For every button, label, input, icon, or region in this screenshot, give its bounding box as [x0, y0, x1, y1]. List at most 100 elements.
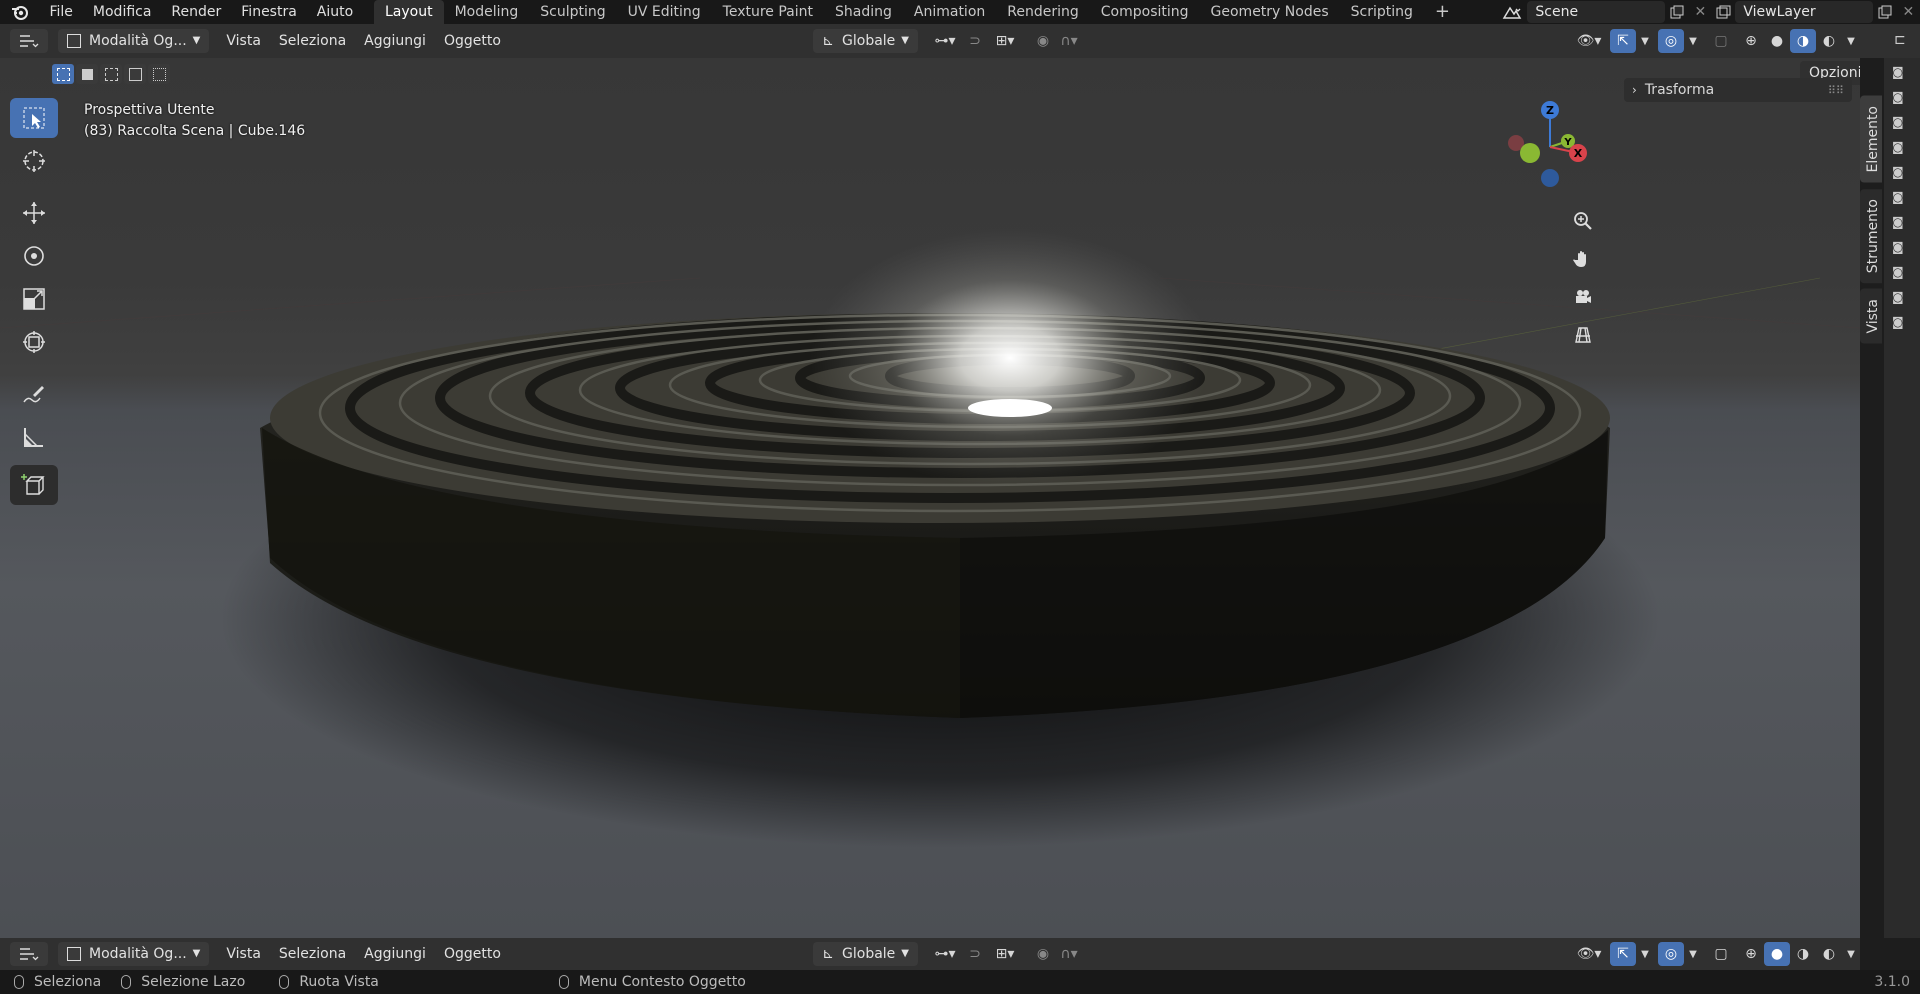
view-layer-selector-icon[interactable]: [1712, 0, 1735, 24]
add-workspace-button[interactable]: +: [1424, 0, 1461, 24]
tab-sculpting[interactable]: Sculpting: [529, 0, 616, 24]
tab-view[interactable]: Vista: [1860, 288, 1882, 344]
menu-view[interactable]: Vista: [217, 942, 270, 966]
tab-item[interactable]: Elemento: [1860, 96, 1882, 183]
rotate-tool-icon[interactable]: [10, 236, 58, 276]
delete-scene-icon[interactable]: ✕: [1689, 0, 1712, 24]
pan-hand-icon[interactable]: [1568, 244, 1598, 274]
falloff-icon[interactable]: ∩▾: [1056, 942, 1082, 966]
shading-wireframe-icon[interactable]: ⊕: [1738, 29, 1764, 53]
transform-orientation-dropdown[interactable]: ⊾ Globale ▼: [813, 29, 918, 53]
menu-object[interactable]: Oggetto: [435, 29, 510, 53]
tab-layout[interactable]: Layout: [373, 0, 444, 24]
select-subtract-icon[interactable]: [100, 64, 122, 84]
tab-modeling[interactable]: Modeling: [444, 0, 530, 24]
gizmo-toggle-icon[interactable]: ⇱: [1610, 942, 1636, 966]
object-mode-dropdown[interactable]: Modalità Og... ▼: [58, 29, 210, 53]
shading-solid-icon[interactable]: ●: [1764, 942, 1790, 966]
gizmo-options-icon[interactable]: ▼: [1636, 942, 1654, 966]
tab-uv-editing[interactable]: UV Editing: [617, 0, 712, 24]
shading-wireframe-icon[interactable]: ⊕: [1738, 942, 1764, 966]
tab-geometry-nodes[interactable]: Geometry Nodes: [1200, 0, 1340, 24]
perspective-toggle-icon[interactable]: [1568, 320, 1598, 350]
snap-target-icon[interactable]: ⊞▾: [988, 942, 1022, 966]
outliner-filter-icon[interactable]: ⊏: [1894, 32, 1906, 48]
visibility-toggle-icon[interactable]: 👁▾: [1572, 29, 1606, 53]
menu-add[interactable]: Aggiungi: [355, 942, 435, 966]
overlays-options-icon[interactable]: ▼: [1684, 942, 1702, 966]
menu-view[interactable]: Vista: [217, 29, 270, 53]
object-mode-dropdown[interactable]: Modalità Og... ▼: [58, 942, 210, 966]
add-cube-tool-icon[interactable]: [10, 465, 58, 505]
tab-compositing[interactable]: Compositing: [1090, 0, 1200, 24]
gizmo-toggle-icon[interactable]: ⇱: [1610, 29, 1636, 53]
select-extend-icon[interactable]: [76, 64, 98, 84]
drag-handle-icon[interactable]: ⠿⠿: [1828, 84, 1844, 97]
select-tool-icon[interactable]: [10, 98, 58, 138]
overlays-options-icon[interactable]: ▼: [1684, 29, 1702, 53]
new-view-layer-icon[interactable]: [1873, 0, 1896, 24]
camera-render-icon[interactable]: ◙ ◙ ◙ ◙ ◙ ◙ ◙ ◙ ◙ ◙ ◙: [1884, 58, 1920, 337]
proportional-editing-icon[interactable]: ◉: [1030, 29, 1056, 53]
pivot-point-icon[interactable]: ⊶▾: [928, 29, 962, 53]
menu-file[interactable]: File: [39, 0, 82, 24]
new-scene-icon[interactable]: [1665, 0, 1688, 24]
snap-target-icon[interactable]: ⊞▾: [988, 29, 1022, 53]
blender-logo-icon[interactable]: [0, 3, 39, 21]
3d-viewport[interactable]: Prospettiva Utente (83) Raccolta Scena |…: [0, 58, 1860, 938]
visibility-toggle-icon[interactable]: 👁▾: [1572, 942, 1606, 966]
menu-select[interactable]: Seleziona: [270, 29, 355, 53]
view-layer-field[interactable]: ViewLayer: [1735, 1, 1874, 23]
cursor-tool-icon[interactable]: [10, 141, 58, 181]
navigation-gizmo[interactable]: Z Y X: [1490, 96, 1600, 196]
menu-add[interactable]: Aggiungi: [355, 29, 435, 53]
shading-options-icon[interactable]: ▼: [1842, 29, 1860, 53]
select-invert-icon[interactable]: [124, 64, 146, 84]
tab-animation[interactable]: Animation: [903, 0, 996, 24]
transform-tool-icon[interactable]: [10, 322, 58, 362]
select-new-icon[interactable]: [52, 64, 74, 84]
menu-window[interactable]: Finestra: [231, 0, 307, 24]
orientation-axis-icon: ⊾: [822, 946, 835, 962]
annotate-tool-icon[interactable]: [10, 374, 58, 414]
camera-view-icon[interactable]: [1568, 282, 1598, 312]
proportional-editing-icon[interactable]: ◉: [1030, 942, 1056, 966]
zoom-icon[interactable]: [1568, 206, 1598, 236]
menu-edit[interactable]: Modifica: [83, 0, 162, 24]
shading-material-icon[interactable]: ◑: [1790, 942, 1816, 966]
pivot-point-icon[interactable]: ⊶▾: [928, 942, 962, 966]
shading-rendered-icon[interactable]: ◐: [1816, 942, 1842, 966]
overlays-toggle-icon[interactable]: ◎: [1658, 942, 1684, 966]
menu-select[interactable]: Seleziona: [270, 942, 355, 966]
snap-toggle-icon[interactable]: ⊃: [962, 29, 988, 53]
measure-tool-icon[interactable]: [10, 417, 58, 457]
select-intersect-icon[interactable]: [148, 64, 170, 84]
xray-toggle-icon[interactable]: ▢: [1708, 942, 1734, 966]
shading-solid-icon[interactable]: ●: [1764, 29, 1790, 53]
editor-type-icon[interactable]: [10, 29, 48, 53]
snap-toggle-icon[interactable]: ⊃: [962, 942, 988, 966]
menu-help[interactable]: Aiuto: [307, 0, 363, 24]
tab-shading[interactable]: Shading: [824, 0, 903, 24]
tab-texture-paint[interactable]: Texture Paint: [712, 0, 824, 24]
overlays-toggle-icon[interactable]: ◎: [1658, 29, 1684, 53]
scene-name-field[interactable]: Scene: [1527, 1, 1666, 23]
falloff-icon[interactable]: ∩▾: [1056, 29, 1082, 53]
menu-render[interactable]: Render: [161, 0, 231, 24]
shading-options-icon[interactable]: ▼: [1842, 942, 1860, 966]
transform-orientation-dropdown[interactable]: ⊾ Globale ▼: [813, 942, 918, 966]
menu-object[interactable]: Oggetto: [435, 942, 510, 966]
shading-material-icon[interactable]: ◑: [1790, 29, 1816, 53]
delete-view-layer-icon[interactable]: ✕: [1897, 0, 1920, 24]
move-tool-icon[interactable]: [10, 193, 58, 233]
editor-type-icon[interactable]: [10, 942, 48, 966]
xray-toggle-icon[interactable]: ▢: [1708, 29, 1734, 53]
transform-panel-header[interactable]: › Trasforma ⠿⠿: [1624, 78, 1852, 102]
scene-selector-icon[interactable]: [1497, 4, 1528, 20]
tab-scripting[interactable]: Scripting: [1340, 0, 1424, 24]
tab-tool[interactable]: Strumento: [1860, 188, 1882, 283]
scale-tool-icon[interactable]: [10, 279, 58, 319]
gizmo-options-icon[interactable]: ▼: [1636, 29, 1654, 53]
tab-rendering[interactable]: Rendering: [996, 0, 1090, 24]
shading-rendered-icon[interactable]: ◐: [1816, 29, 1842, 53]
